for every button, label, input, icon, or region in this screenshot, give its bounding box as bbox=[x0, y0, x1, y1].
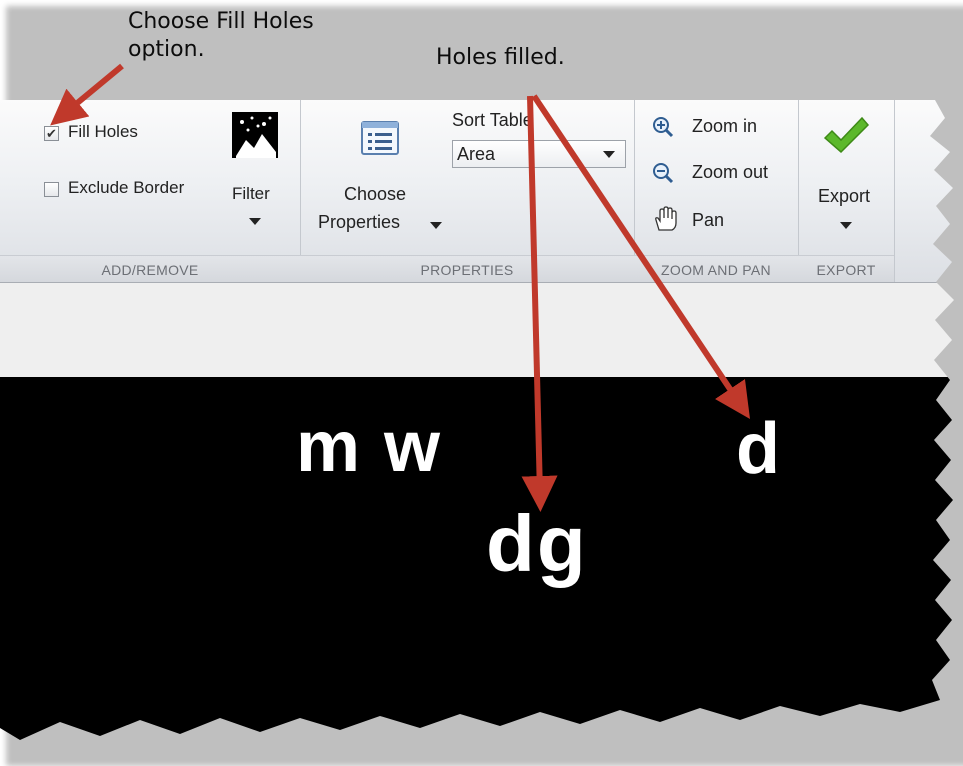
pan-label[interactable]: Pan bbox=[692, 210, 724, 231]
export-check-icon[interactable] bbox=[822, 114, 870, 158]
blob-mw: m w bbox=[296, 407, 443, 487]
image-canvas[interactable] bbox=[0, 377, 954, 740]
sort-table-value: Area bbox=[457, 144, 496, 164]
group-label-add-remove: ADD/REMOVE bbox=[101, 262, 199, 278]
fill-holes-label[interactable]: Fill Holes bbox=[68, 122, 138, 142]
choose-properties-label-line1[interactable]: Choose bbox=[344, 184, 406, 205]
group-label-zoom-pan: ZOOM AND PAN bbox=[661, 262, 771, 278]
sort-table-label: Sort Table bbox=[452, 110, 533, 130]
export-dropdown-icon[interactable] bbox=[840, 222, 852, 229]
pan-hand-icon[interactable] bbox=[652, 206, 678, 232]
group-add-remove: ✔ Fill Holes Exclude Border Filter ADD/R… bbox=[0, 100, 301, 282]
fill-holes-checkbox[interactable]: ✔ bbox=[44, 126, 59, 141]
chevron-down-icon[interactable] bbox=[603, 151, 615, 158]
filter-dropdown-icon[interactable] bbox=[249, 218, 261, 225]
group-label-bar: EXPORT bbox=[798, 255, 894, 282]
group-properties: Choose Properties Sort Table PROPERTIES bbox=[300, 100, 635, 282]
zoom-in-label[interactable]: Zoom in bbox=[692, 116, 757, 137]
group-zoom-pan: Zoom in Zoom out Pan ZOOM AND PAN bbox=[634, 100, 799, 282]
exclude-border-label[interactable]: Exclude Border bbox=[68, 178, 184, 198]
table-area bbox=[0, 283, 954, 377]
choose-properties-label-line2[interactable]: Properties bbox=[318, 212, 400, 233]
choose-properties-icon[interactable] bbox=[360, 118, 400, 158]
group-export: Export EXPORT bbox=[798, 100, 895, 282]
exclude-border-checkbox[interactable] bbox=[44, 182, 59, 197]
group-label-export: EXPORT bbox=[816, 262, 876, 278]
filter-icon[interactable] bbox=[232, 112, 278, 158]
filter-button-label[interactable]: Filter bbox=[232, 184, 270, 204]
zoom-out-label[interactable]: Zoom out bbox=[692, 162, 768, 183]
choose-properties-dropdown-icon[interactable] bbox=[430, 222, 442, 229]
sort-table-select[interactable]: Area bbox=[452, 140, 626, 168]
group-label-bar: ADD/REMOVE bbox=[0, 255, 300, 282]
screenshot-frame: ✔ Fill Holes Exclude Border Filter ADD/R… bbox=[0, 100, 954, 740]
blob-dg: dg bbox=[486, 499, 588, 588]
blob-d: d bbox=[736, 409, 782, 489]
zoom-out-icon[interactable] bbox=[652, 162, 674, 184]
export-label[interactable]: Export bbox=[818, 186, 870, 207]
group-label-bar: PROPERTIES bbox=[300, 255, 634, 282]
group-label-bar: ZOOM AND PAN bbox=[634, 255, 798, 282]
toolstrip-ribbon: ✔ Fill Holes Exclude Border Filter ADD/R… bbox=[0, 100, 954, 283]
zoom-in-icon[interactable] bbox=[652, 116, 674, 138]
group-label-properties: PROPERTIES bbox=[420, 262, 514, 278]
